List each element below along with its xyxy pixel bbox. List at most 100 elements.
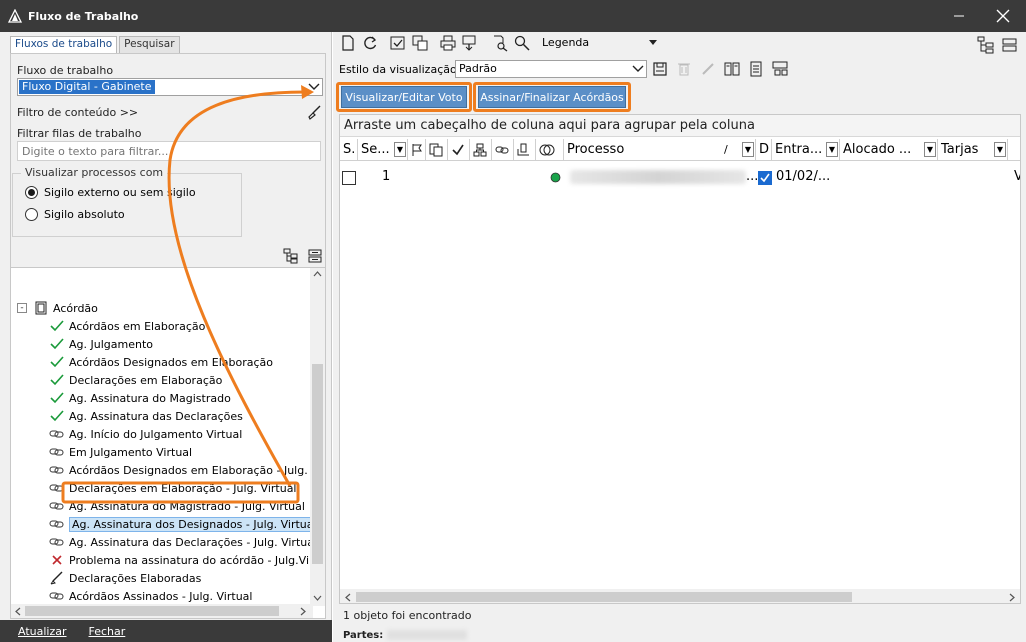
tree-item[interactable]: - Acórdão: [11, 299, 313, 317]
col-header-more[interactable]: [1008, 139, 1020, 161]
collapse-tree-icon[interactable]: [307, 248, 323, 264]
x-icon: [49, 553, 65, 567]
collapse-node-icon[interactable]: -: [17, 303, 27, 313]
filter-dropdown-icon[interactable]: ▼: [742, 142, 754, 157]
radio-absolute-secrecy[interactable]: Sigilo absoluto: [25, 206, 235, 222]
layout-icon[interactable]: [771, 60, 789, 78]
broom-icon[interactable]: [306, 104, 322, 120]
check-icon: [49, 373, 65, 387]
tree-item[interactable]: Problema na assinatura do acórdão - Julg…: [11, 551, 325, 569]
tree-item[interactable]: Acórdãos Designados em Elaboração - Julg…: [11, 461, 325, 479]
edit-view-icon[interactable]: [699, 60, 717, 78]
col-header-hierarchy[interactable]: [470, 139, 492, 161]
attachment-icon: [517, 143, 529, 156]
minimize-button[interactable]: [936, 0, 982, 32]
check-list-icon[interactable]: [389, 34, 407, 52]
tree-item[interactable]: Em Julgamento Virtual: [11, 443, 313, 461]
row-d-checkbox[interactable]: [758, 171, 772, 185]
copy-icon[interactable]: [411, 34, 429, 52]
expand-tree-icon[interactable]: [283, 248, 299, 264]
col-header-attach[interactable]: [514, 139, 536, 161]
col-header-check[interactable]: [448, 139, 470, 161]
notes-icon[interactable]: [747, 60, 765, 78]
tree-vertical-scroll-thumb[interactable]: [312, 364, 323, 564]
refresh-icon[interactable]: [361, 34, 379, 52]
highlight-view-edit: [336, 82, 472, 112]
close-link[interactable]: Fechar: [89, 625, 126, 638]
filter-dropdown-icon[interactable]: ▼: [924, 142, 936, 157]
tree-item[interactable]: Acórdãos em Elaboração: [11, 317, 313, 335]
col-header-tarjas[interactable]: Tarjas ▼: [938, 139, 1008, 161]
col-header-processo[interactable]: Processo / ▼: [564, 139, 756, 161]
col-header-link[interactable]: [492, 139, 514, 161]
legend-dropdown-icon[interactable]: [649, 40, 657, 45]
col-header-flag[interactable]: [408, 139, 426, 161]
tree-item[interactable]: Declarações em Elaboração: [11, 371, 313, 389]
find-document-icon[interactable]: [491, 34, 509, 52]
tree-item[interactable]: Declarações Elaboradas: [11, 569, 313, 587]
radio-external-label: Sigilo externo ou sem sigilo: [44, 185, 196, 199]
grid-horizontal-scrollbar[interactable]: [340, 589, 1020, 603]
close-window-button[interactable]: [980, 0, 1026, 32]
scroll-right-icon[interactable]: [1008, 593, 1016, 602]
content-filter-toggle[interactable]: Filtro de conteúdo >>: [17, 106, 138, 119]
search-icon[interactable]: [513, 34, 531, 52]
workflow-tree[interactable]: - Acórdão Acórdãos em Elaboração Ag. Julgam…: [10, 267, 326, 619]
delete-view-icon[interactable]: [675, 60, 693, 78]
collapse-all-icon[interactable]: [1001, 36, 1019, 54]
workflow-select[interactable]: Fluxo Digital - Gabinete: [17, 78, 323, 96]
radio-circle-unchecked: [25, 207, 38, 221]
col-header-tarjas-label: Tarjas: [941, 142, 979, 157]
tree-item[interactable]: Ag. Assinatura dos Designados - Julg. Vi…: [11, 515, 320, 533]
tab-search[interactable]: Pesquisar: [119, 36, 180, 54]
tab-workflows[interactable]: Fluxos de trabalho: [10, 36, 118, 54]
tree-horizontal-scrollbar[interactable]: [11, 604, 313, 618]
refresh-link[interactable]: Atualizar: [18, 625, 67, 638]
tree-item[interactable]: Ag. Assinatura das Declarações - Julg. V…: [11, 533, 317, 551]
view-style-select[interactable]: Padrão: [455, 60, 647, 78]
minimize-icon: [954, 15, 964, 17]
book-icon[interactable]: [723, 60, 741, 78]
row-select-checkbox[interactable]: [342, 171, 356, 185]
save-view-icon[interactable]: [651, 60, 669, 78]
scroll-down-icon[interactable]: [313, 594, 322, 602]
scroll-right-icon[interactable]: [299, 607, 307, 616]
col-header-seq-label: Se...: [361, 142, 390, 157]
link-icon: [49, 481, 65, 495]
print-icon[interactable]: [439, 34, 457, 52]
tree-item[interactable]: Ag. Julgamento: [11, 335, 313, 353]
filter-dropdown-icon[interactable]: ▼: [994, 142, 1006, 157]
col-header-docs[interactable]: [426, 139, 448, 161]
col-header-alocado[interactable]: Alocado ... ▼: [840, 139, 938, 161]
scroll-up-icon[interactable]: [313, 270, 322, 278]
filter-dropdown-icon[interactable]: ▼: [826, 142, 838, 157]
col-header-entrada[interactable]: Entra... ▼: [772, 139, 840, 161]
process-grid[interactable]: Arraste um cabeçalho de coluna aqui para…: [339, 114, 1021, 604]
folder-icon: [33, 301, 49, 315]
col-header-d[interactable]: D: [756, 139, 772, 161]
tree-item[interactable]: Ag. Assinatura das Declarações: [11, 407, 313, 425]
radio-external-secrecy[interactable]: Sigilo externo ou sem sigilo: [25, 184, 235, 200]
tree-item[interactable]: Ag. Início do Julgamento Virtual: [11, 425, 313, 443]
tree-item[interactable]: Acórdãos Assinados - Julg. Virtual: [11, 587, 313, 605]
tree-horizontal-scroll-thumb[interactable]: [25, 606, 279, 616]
grid-horizontal-scroll-thumb[interactable]: [356, 592, 852, 602]
export-icon[interactable]: [461, 34, 479, 52]
scroll-left-icon[interactable]: [344, 593, 352, 602]
col-header-copies[interactable]: [536, 139, 564, 161]
new-document-icon[interactable]: [339, 34, 357, 52]
scroll-left-icon[interactable]: [14, 607, 22, 616]
tree-vertical-scrollbar[interactable]: [310, 268, 325, 606]
workflow-label: Fluxo de trabalho: [17, 64, 114, 77]
tree-item[interactable]: Acórdãos Designados em Elaboração: [11, 353, 313, 371]
pen-icon: [49, 571, 65, 585]
filter-dropdown-icon[interactable]: ▼: [394, 142, 406, 157]
legend-label[interactable]: Legenda: [542, 36, 589, 49]
tree-item[interactable]: Ag. Assinatura do Magistrado - Julg. Vir…: [11, 497, 313, 515]
col-header-seq[interactable]: Se... ▼: [358, 139, 408, 161]
col-header-s[interactable]: S.: [340, 139, 358, 161]
expand-all-icon[interactable]: [977, 36, 995, 54]
tree-item[interactable]: Declarações em Elaboração - Julg. Virtua…: [11, 479, 313, 497]
queue-filter-input[interactable]: [17, 141, 321, 161]
tree-item[interactable]: Ag. Assinatura do Magistrado: [11, 389, 313, 407]
